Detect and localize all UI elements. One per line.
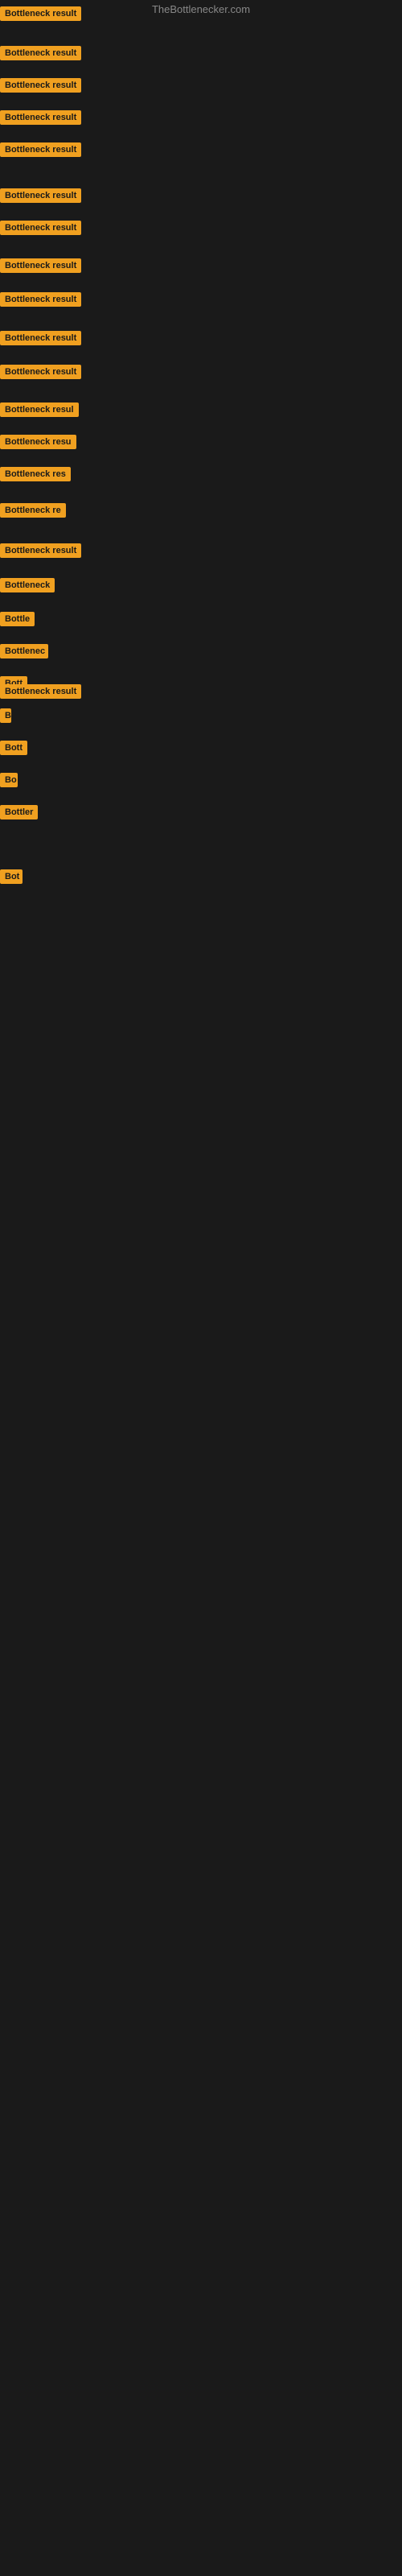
bottleneck-badge[interactable]: Bottleneck result xyxy=(0,6,81,21)
bottleneck-badge[interactable]: Bottleneck result xyxy=(0,46,81,60)
bottleneck-row: Bottleneck result xyxy=(0,188,81,207)
bottleneck-badge[interactable]: Bottleneck result xyxy=(0,78,81,93)
bottleneck-badge[interactable]: Bo xyxy=(0,773,18,787)
bottleneck-badge[interactable]: Bottlenec xyxy=(0,644,48,658)
bottleneck-row: Bottleneck result xyxy=(0,331,81,349)
bottleneck-row: Bottleneck result xyxy=(0,142,81,161)
bottleneck-badge[interactable]: Bottleneck result xyxy=(0,110,81,125)
bottleneck-row: Bo xyxy=(0,773,18,791)
bottleneck-badge[interactable]: Bottleneck res xyxy=(0,467,71,481)
bottleneck-row: Bot xyxy=(0,869,23,888)
bottleneck-badge[interactable]: Bottler xyxy=(0,805,38,819)
bottleneck-badge[interactable]: Bottle xyxy=(0,612,35,626)
bottleneck-badge[interactable]: Bottleneck resul xyxy=(0,402,79,417)
bottleneck-row: Bottleneck xyxy=(0,578,55,597)
bottleneck-badge[interactable]: Bottleneck result xyxy=(0,365,81,379)
bottleneck-row: Bottleneck res xyxy=(0,467,71,485)
bottleneck-row: Bottleneck result xyxy=(0,543,81,562)
bottleneck-row: Bottleneck result xyxy=(0,6,81,25)
bottleneck-badge[interactable]: Bottleneck re xyxy=(0,503,66,518)
bottleneck-row: Bottleneck result xyxy=(0,258,81,277)
bottleneck-badge[interactable]: Bott xyxy=(0,741,27,755)
bottleneck-row: Bottleneck result xyxy=(0,292,81,311)
bottleneck-row: Bottleneck re xyxy=(0,503,66,522)
bottleneck-badge[interactable]: Bottleneck result xyxy=(0,188,81,203)
bottleneck-row: Bottleneck result xyxy=(0,684,81,703)
bottleneck-row: Bottleneck resu xyxy=(0,435,76,453)
bottleneck-badge[interactable]: Bottleneck result xyxy=(0,292,81,307)
bottleneck-row: Bottleneck result xyxy=(0,365,81,383)
bottleneck-badge[interactable]: Bottleneck result xyxy=(0,221,81,235)
bottleneck-badge[interactable]: Bot xyxy=(0,869,23,884)
bottleneck-row: Bottler xyxy=(0,805,38,824)
bottleneck-badge[interactable]: Bottleneck result xyxy=(0,684,81,699)
bottleneck-row: Bottleneck resul xyxy=(0,402,79,421)
bottleneck-row: Bottleneck result xyxy=(0,46,81,64)
bottleneck-badge[interactable]: Bottleneck result xyxy=(0,142,81,157)
bottleneck-badge[interactable]: Bottleneck xyxy=(0,578,55,592)
bottleneck-badge[interactable]: Bottleneck result xyxy=(0,258,81,273)
bottleneck-row: B xyxy=(0,708,11,727)
bottleneck-row: Bottle xyxy=(0,612,35,630)
bottleneck-badge[interactable]: Bottleneck result xyxy=(0,543,81,558)
bottleneck-row: Bottleneck result xyxy=(0,221,81,239)
bottleneck-badge[interactable]: Bottleneck resu xyxy=(0,435,76,449)
bottleneck-badge[interactable]: B xyxy=(0,708,11,723)
bottleneck-badge[interactable]: Bottleneck result xyxy=(0,331,81,345)
bottleneck-row: Bottleneck result xyxy=(0,110,81,129)
bottleneck-row: Bott xyxy=(0,741,27,759)
bottleneck-row: Bottleneck result xyxy=(0,78,81,97)
bottleneck-row: Bottlenec xyxy=(0,644,48,663)
